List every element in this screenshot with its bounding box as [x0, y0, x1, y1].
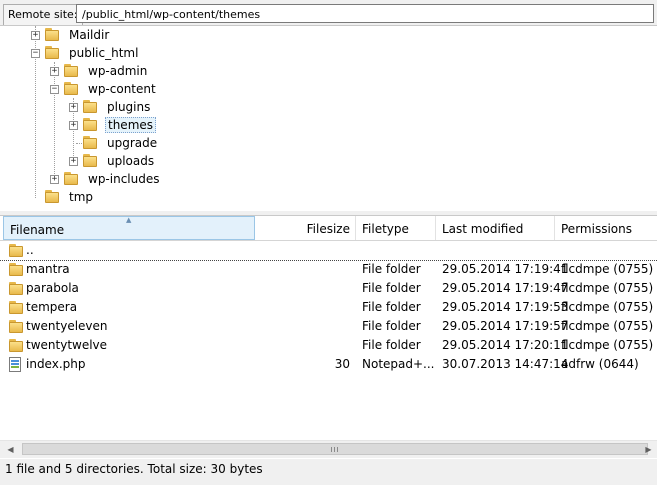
list-item[interactable]: twentytwelve File folder 29.05.2014 17:2… — [0, 336, 657, 355]
folder-icon — [9, 263, 25, 277]
tree-item-label: tmp — [69, 190, 94, 204]
remote-path-input[interactable]: /public_html/wp-content/themes — [76, 4, 654, 23]
list-item[interactable]: parabola File folder 29.05.2014 17:19:47… — [0, 279, 657, 298]
file-type: File folder — [362, 281, 421, 295]
list-item[interactable]: index.php 30 Notepad+... 30.07.2013 14:4… — [0, 355, 657, 374]
tree-item-label: plugins — [107, 100, 151, 114]
expand-icon[interactable]: + — [50, 175, 59, 184]
file-permissions: flcdmpe (0755) — [561, 262, 654, 276]
folder-icon — [9, 244, 25, 258]
folder-icon — [83, 136, 99, 150]
list-item[interactable]: mantra File folder 29.05.2014 17:19:41 f… — [0, 260, 657, 279]
folder-icon — [9, 320, 25, 334]
expand-icon[interactable]: + — [31, 31, 40, 40]
folder-icon — [83, 100, 99, 114]
collapse-icon[interactable]: − — [31, 49, 40, 58]
scroll-right-icon[interactable]: ▶ — [640, 442, 657, 457]
column-header-label: Filename — [10, 223, 65, 237]
file-modified: 29.05.2014 17:20:11 — [442, 338, 569, 352]
folder-icon — [9, 339, 25, 353]
file-modified: 29.05.2014 17:19:53 — [442, 300, 569, 314]
column-header-label: Filesize — [306, 222, 350, 236]
folder-icon — [83, 118, 99, 132]
status-bar: 1 file and 5 directories. Total size: 30… — [0, 459, 657, 485]
file-name: mantra — [26, 262, 70, 276]
column-header-last-modified[interactable]: Last modified — [436, 216, 555, 240]
status-text: 1 file and 5 directories. Total size: 30… — [5, 462, 263, 476]
file-size: 30 — [334, 357, 350, 371]
file-modified: 29.05.2014 17:19:57 — [442, 319, 569, 333]
file-type: File folder — [362, 300, 421, 314]
file-name: twentyeleven — [26, 319, 108, 333]
tree-item-label: public_html — [69, 46, 139, 60]
file-modified: 30.07.2013 14:47:14 — [442, 357, 569, 371]
tree-item-label: wp-content — [88, 82, 156, 96]
list-item[interactable]: tempera File folder 29.05.2014 17:19:53 … — [0, 298, 657, 317]
file-permissions: flcdmpe (0755) — [561, 281, 654, 295]
file-name: twentytwelve — [26, 338, 108, 352]
file-type: File folder — [362, 338, 421, 352]
file-name: index.php — [26, 357, 86, 371]
tree-item-label: upgrade — [107, 136, 158, 150]
column-header-filetype[interactable]: Filetype — [356, 216, 436, 240]
file-permissions: flcdmpe (0755) — [561, 338, 654, 352]
file-modified: 29.05.2014 17:19:41 — [442, 262, 569, 276]
column-header-label: Last modified — [442, 222, 524, 236]
file-permissions: flcdmpe (0755) — [561, 319, 654, 333]
file-name: parabola — [26, 281, 79, 295]
tree-item-label: wp-admin — [88, 64, 148, 78]
column-header-filesize[interactable]: Filesize — [255, 216, 356, 240]
folder-icon — [45, 46, 61, 60]
folder-icon — [45, 28, 61, 42]
column-header-filename[interactable]: ▲ Filename — [3, 216, 255, 240]
expand-icon[interactable]: + — [50, 67, 59, 76]
remote-directory-tree[interactable]: + Maildir − public_html + wp-admin − wp-… — [0, 25, 657, 212]
column-header-permissions[interactable]: Permissions — [555, 216, 657, 240]
tree-item-label: uploads — [107, 154, 155, 168]
scroll-left-icon[interactable]: ◀ — [2, 442, 19, 457]
remote-site-label: Remote site: — [3, 4, 83, 26]
folder-icon — [83, 154, 99, 168]
column-header-row: ▲ Filename Filesize Filetype Last modifi… — [0, 216, 657, 241]
remote-file-list[interactable]: ▲ Filename Filesize Filetype Last modifi… — [0, 215, 657, 460]
php-file-icon — [9, 357, 21, 372]
expand-icon[interactable]: + — [69, 103, 78, 112]
folder-icon — [64, 82, 80, 96]
file-modified: 29.05.2014 17:19:47 — [442, 281, 569, 295]
tree-item-label: wp-includes — [88, 172, 160, 186]
file-permissions: adfrw (0644) — [561, 357, 639, 371]
folder-icon — [9, 301, 25, 315]
expand-icon[interactable]: + — [69, 157, 78, 166]
sort-ascending-icon: ▲ — [126, 216, 132, 224]
file-name: tempera — [26, 300, 78, 314]
folder-icon — [45, 190, 61, 204]
column-header-label: Permissions — [561, 222, 632, 236]
folder-icon — [9, 282, 25, 296]
list-item[interactable]: twentyeleven File folder 29.05.2014 17:1… — [0, 317, 657, 336]
folder-icon — [64, 64, 80, 78]
list-item-parent[interactable]: .. — [0, 241, 657, 261]
file-name: .. — [26, 243, 34, 257]
file-permissions: flcdmpe (0755) — [561, 300, 654, 314]
expand-icon[interactable]: + — [69, 121, 78, 130]
file-type: File folder — [362, 319, 421, 333]
tree-item-label: themes — [105, 117, 157, 133]
column-header-label: Filetype — [362, 222, 409, 236]
horizontal-scrollbar[interactable]: ◀ ▶ — [0, 440, 657, 458]
tree-item-label: Maildir — [69, 28, 110, 42]
collapse-icon[interactable]: − — [50, 85, 59, 94]
file-type: Notepad+... — [362, 357, 435, 371]
grip-icon — [331, 447, 339, 452]
file-type: File folder — [362, 262, 421, 276]
scrollbar-thumb[interactable] — [22, 443, 648, 455]
folder-icon — [64, 172, 80, 186]
